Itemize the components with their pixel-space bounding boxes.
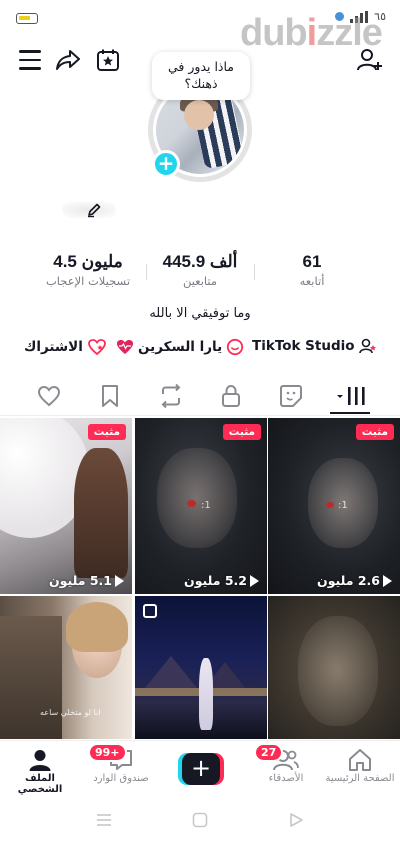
tab-sticker-icon[interactable] xyxy=(278,383,304,409)
video-thumbnail[interactable] xyxy=(268,596,400,739)
edit-name-pencil-icon[interactable] xyxy=(82,198,106,222)
chat-bubble-icon xyxy=(227,338,244,356)
recent-apps-icon[interactable] xyxy=(96,812,112,831)
tab-liked-heart-icon[interactable] xyxy=(36,383,62,409)
inbox-badge: 99+ xyxy=(88,743,127,762)
video-caption: انا لو متخلي ساعه xyxy=(40,708,101,717)
video-grid: :1 مثبت 2.6 مليون :1 مثبت 5.2 مليون مثبت… xyxy=(0,418,400,740)
play-icon xyxy=(383,574,392,587)
stat-followers[interactable]: 445.9 ألف متابعين xyxy=(150,252,250,288)
nav-profile[interactable]: الملف الشخصي xyxy=(2,747,78,795)
pinned-badge: مثبت xyxy=(87,424,126,440)
active-tab-indicator xyxy=(330,412,370,414)
battery-icon xyxy=(16,13,38,24)
home-icon xyxy=(322,747,398,773)
profile-icon xyxy=(2,747,78,773)
video-thumbnail[interactable]: :1 مثبت 5.2 مليون xyxy=(135,418,267,594)
view-count: 2.6 مليون xyxy=(317,573,392,588)
create-button[interactable]: + xyxy=(178,753,224,785)
subscribe-link[interactable]: الاشتراك xyxy=(24,338,107,356)
profile-name-row xyxy=(62,196,122,224)
bottom-nav: الصفحة الرئيسية الأصدقاء 27 + صندوق الوا… xyxy=(0,740,400,796)
yara-screen-link[interactable]: يارا السكرين xyxy=(116,338,244,356)
add-story-icon[interactable]: + xyxy=(152,150,180,178)
pinned-badge: مثبت xyxy=(355,424,394,440)
tab-saved-bookmark-icon[interactable] xyxy=(97,383,123,409)
view-count: 5.1 مليون xyxy=(49,573,124,588)
play-icon xyxy=(250,574,259,587)
video-thumbnail[interactable]: :1 مثبت 2.6 مليون xyxy=(268,418,400,594)
back-triangle-icon[interactable] xyxy=(288,812,304,832)
home-square-icon[interactable] xyxy=(192,812,208,832)
video-thumbnail[interactable] xyxy=(135,596,267,739)
tab-videos-grid-icon[interactable] xyxy=(336,383,370,409)
menu-icon[interactable] xyxy=(16,46,44,74)
calendar-star-icon[interactable] xyxy=(94,46,122,74)
friends-badge: 27 xyxy=(254,743,284,762)
system-nav-bar xyxy=(0,796,400,844)
profile-stats: 61 أتابعه 445.9 ألف متابعين 4.5 مليون تس… xyxy=(0,252,400,298)
video-thumbnail[interactable]: انا لو متخلي ساعه xyxy=(0,596,132,739)
add-friend-icon[interactable] xyxy=(356,46,384,74)
subscribe-heart-star-icon xyxy=(87,339,106,356)
play-icon xyxy=(115,574,124,587)
tab-reposts-icon[interactable] xyxy=(158,383,184,409)
profile-links: TikTok Studio يارا السكرين الاشتراك xyxy=(0,338,400,364)
pinned-badge: مثبت xyxy=(222,424,261,440)
view-count: 5.2 مليون xyxy=(184,573,259,588)
tab-private-lock-icon[interactable] xyxy=(218,383,244,409)
video-thumbnail[interactable]: مثبت 5.1 مليون xyxy=(0,418,132,594)
content-tabs xyxy=(0,376,400,416)
nav-home[interactable]: الصفحة الرئيسية xyxy=(322,747,398,784)
stat-following[interactable]: 61 أتابعه xyxy=(274,252,350,288)
profile-bio: وما توفيقي الا بالله xyxy=(149,306,251,321)
tiktok-studio-link[interactable]: TikTok Studio xyxy=(252,338,377,354)
plus-icon: + xyxy=(182,753,220,785)
studio-person-icon xyxy=(358,338,376,354)
slideshow-icon xyxy=(143,604,157,618)
stat-likes[interactable]: 4.5 مليون تسجيلات الإعجاب xyxy=(30,252,146,288)
share-icon[interactable] xyxy=(54,46,82,74)
thought-bubble[interactable]: ماذا يدور في ذهنك؟ xyxy=(152,52,250,100)
stat-divider xyxy=(146,264,147,280)
stat-divider xyxy=(254,264,255,280)
heart-pulse-icon xyxy=(117,340,133,354)
